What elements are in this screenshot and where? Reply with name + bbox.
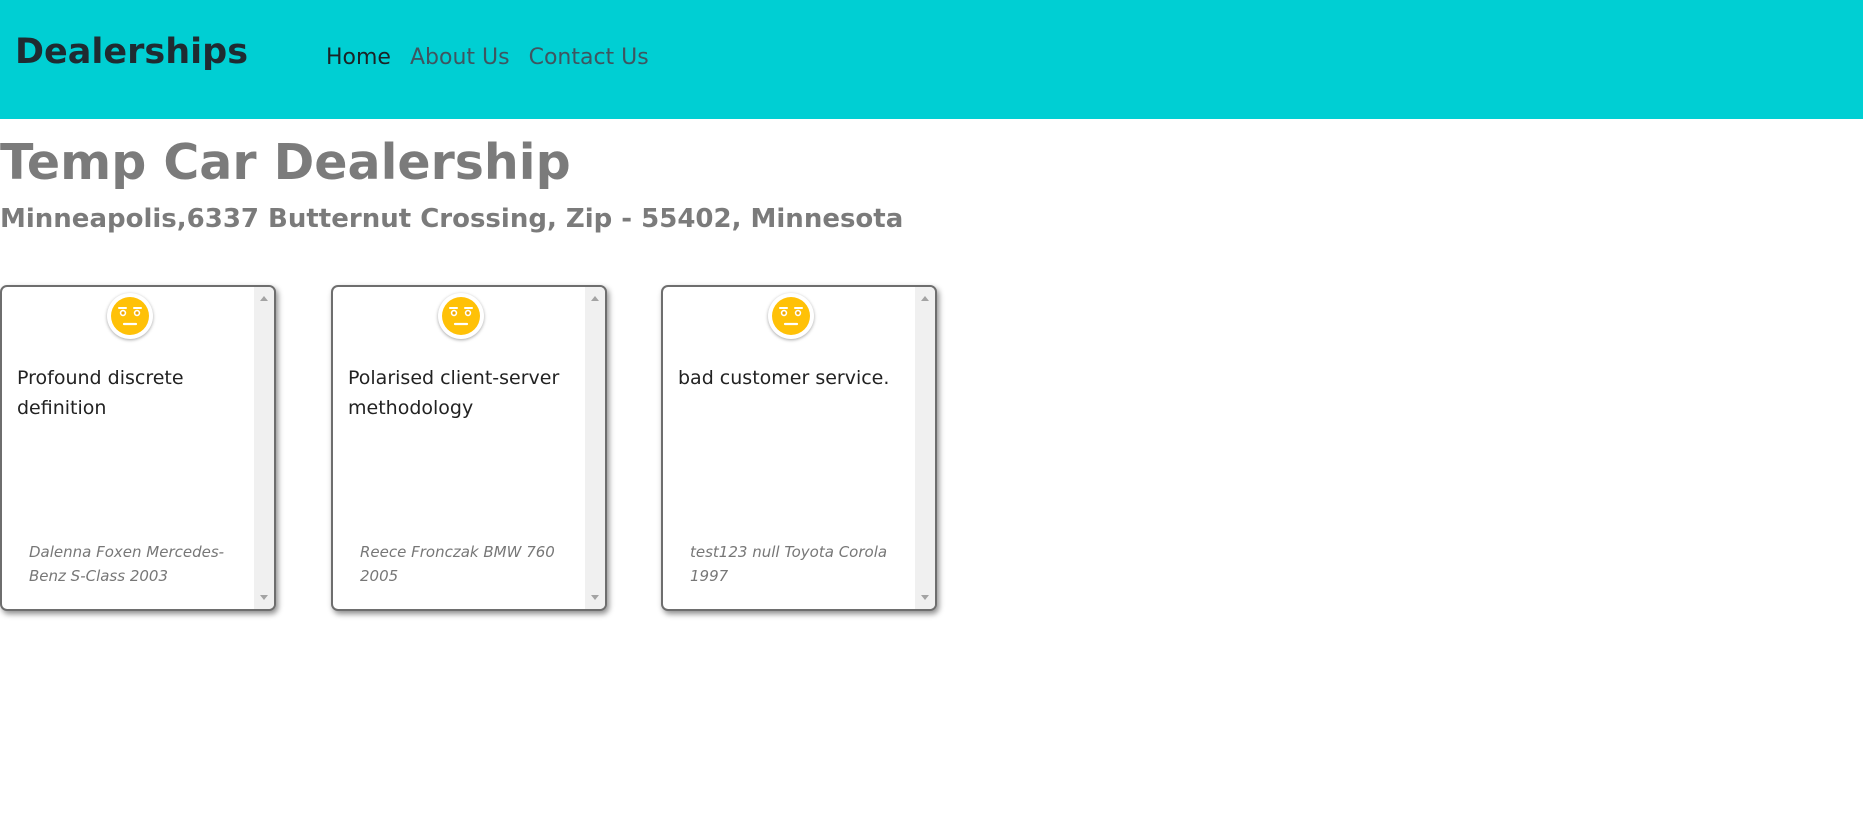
neutral-face-icon <box>438 293 484 339</box>
neutral-face-icon <box>107 293 153 339</box>
reviewer-info: Reece Fronczak BMW 760 2005 <box>360 543 555 585</box>
brand-logo[interactable]: Dealerships <box>15 32 248 72</box>
review-card: Profound discrete definition Dalenna Fox… <box>0 285 276 611</box>
navbar: Dealerships Home About Us Contact Us <box>0 0 1863 119</box>
scroll-up-icon[interactable] <box>921 296 929 301</box>
nav-link-contact-us[interactable]: Contact Us <box>529 45 649 70</box>
review-text: Polarised client-server methodology <box>348 367 560 419</box>
review-card: Polarised client-server methodology Reec… <box>331 285 607 611</box>
scrollbar[interactable] <box>915 287 935 609</box>
dealer-address: Minneapolis,6337 Butternut Crossing, Zip… <box>0 204 904 234</box>
scroll-up-icon[interactable] <box>591 296 599 301</box>
neutral-face-icon <box>768 293 814 339</box>
review-card-body: Polarised client-server methodology Reec… <box>333 287 589 609</box>
scroll-up-icon[interactable] <box>260 296 268 301</box>
review-card: bad customer service. test123 null Toyot… <box>661 285 937 611</box>
review-text: Profound discrete definition <box>17 367 184 419</box>
scrollbar[interactable] <box>585 287 605 609</box>
scroll-down-icon[interactable] <box>591 595 599 600</box>
nav-link-about-us[interactable]: About Us <box>410 45 510 70</box>
review-text: bad customer service. <box>678 367 890 389</box>
review-card-body: bad customer service. test123 null Toyot… <box>663 287 919 609</box>
nav-link-home[interactable]: Home <box>326 45 391 70</box>
scrollbar[interactable] <box>254 287 274 609</box>
review-card-body: Profound discrete definition Dalenna Fox… <box>2 287 258 609</box>
scroll-down-icon[interactable] <box>921 595 929 600</box>
reviewer-info: test123 null Toyota Corola 1997 <box>690 543 888 585</box>
reviewer-info: Dalenna Foxen Mercedes-Benz S-Class 2003 <box>29 543 225 585</box>
nav-links: Home About Us Contact Us <box>326 45 649 70</box>
scroll-down-icon[interactable] <box>260 595 268 600</box>
dealer-name: Temp Car Dealership <box>0 134 571 191</box>
